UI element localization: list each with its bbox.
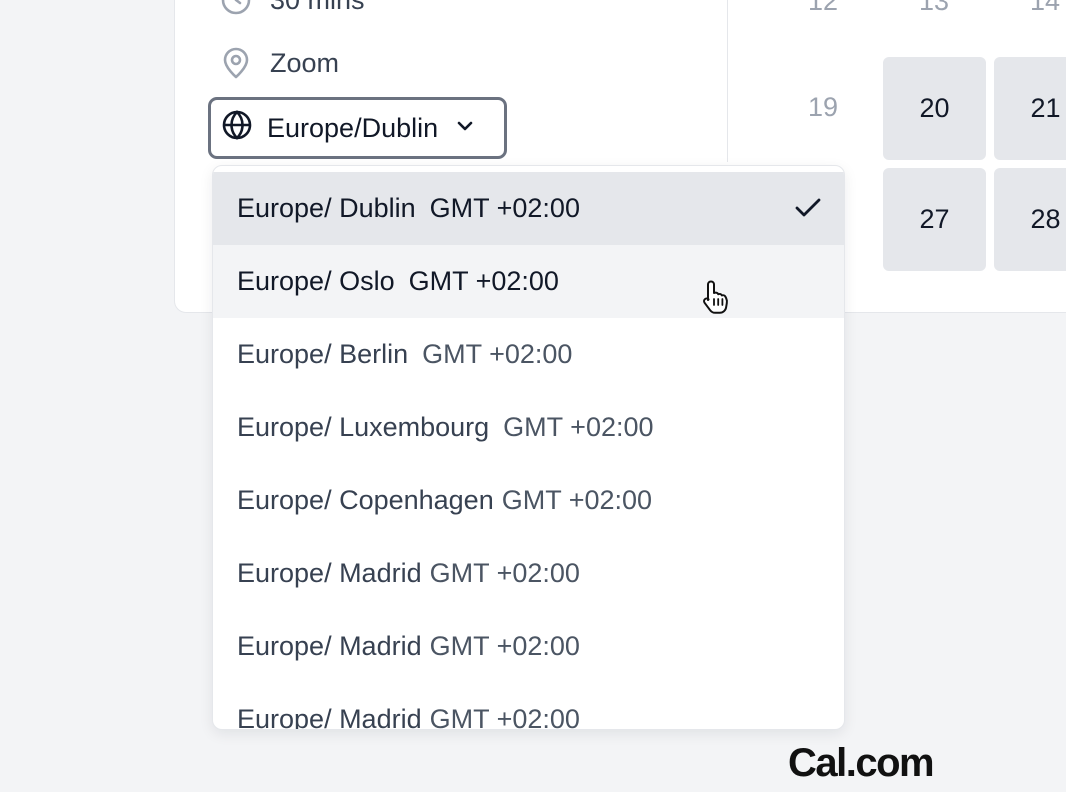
clock-icon: [220, 0, 252, 16]
timezone-option-offset: GMT +02:00: [429, 558, 580, 588]
timezone-option[interactable]: Europe/ Luxembourg GMT +02:00: [213, 391, 844, 464]
calendar-day-label: 14: [1029, 0, 1061, 16]
calendar-day-label: 12: [807, 0, 839, 16]
calendar-day-unavailable: 19: [807, 92, 839, 122]
calendar-day-number: 20: [919, 93, 950, 123]
duration-row: 30 mins: [220, 0, 365, 16]
timezone-option-offset: GMT +02:00: [408, 266, 559, 296]
calendar-day-label: 13: [918, 0, 950, 16]
duration-text: 30 mins: [270, 0, 365, 16]
calendar-day-number: 21: [1030, 93, 1061, 123]
booking-page: 30 mins Zoom Europe/Dublin 12 13: [0, 0, 1066, 792]
calendar-day-number: 27: [919, 204, 950, 234]
timezone-option[interactable]: Europe/ Berlin GMT +02:00: [213, 318, 844, 391]
location-text: Zoom: [270, 47, 340, 78]
card-divider: [727, 0, 728, 162]
timezone-option-name: Europe/ Madrid: [237, 631, 422, 661]
calendar-day-available[interactable]: 28: [994, 168, 1066, 271]
timezone-option-name: Europe/ Oslo: [237, 266, 395, 296]
calendar-day-available[interactable]: 27: [883, 168, 986, 271]
timezone-option-selected[interactable]: Europe/ Dublin GMT +02:00: [213, 172, 844, 245]
brand-logo: Cal.com: [788, 741, 935, 785]
timezone-option[interactable]: Europe/ Copenhagen GMT +02:00: [213, 464, 844, 537]
chevron-down-icon: [454, 113, 476, 144]
timezone-option-offset: GMT +02:00: [429, 193, 580, 223]
timezone-option-hovered[interactable]: Europe/ Oslo GMT +02:00: [213, 245, 844, 318]
timezone-option-offset: GMT +02:00: [429, 704, 580, 730]
timezone-option-name: Europe/ Berlin: [237, 339, 409, 369]
map-pin-icon: [220, 46, 252, 80]
timezone-option-offset: GMT +02:00: [422, 339, 573, 369]
calendar-day-available[interactable]: 20: [883, 57, 986, 160]
timezone-option[interactable]: Europe/ Madrid GMT +02:00: [213, 683, 844, 730]
hand-pointer-icon: [700, 278, 736, 321]
timezone-option-offset: GMT +02:00: [503, 412, 654, 442]
timezone-select-label: Europe/Dublin: [267, 112, 439, 143]
timezone-option-name: Europe/ Luxembourg: [237, 412, 490, 442]
timezone-dropdown[interactable]: Europe/ Dublin GMT +02:00 Europe/ Oslo G…: [212, 165, 845, 730]
globe-icon: [221, 109, 253, 148]
timezone-option[interactable]: Europe/ Madrid GMT +02:00: [213, 537, 844, 610]
timezone-option[interactable]: Europe/ Madrid GMT +02:00: [213, 610, 844, 683]
check-icon: [794, 196, 822, 227]
timezone-option-name: Europe/ Madrid: [237, 704, 422, 730]
timezone-option-name: Europe/ Madrid: [237, 558, 422, 588]
timezone-option-offset: GMT +02:00: [501, 485, 653, 515]
location-row: Zoom: [220, 46, 339, 80]
calendar-day-number: 28: [1030, 204, 1061, 234]
timezone-option-list: Europe/ Dublin GMT +02:00 Europe/ Oslo G…: [213, 172, 844, 730]
timezone-option-name: Europe/ Dublin: [237, 193, 416, 223]
timezone-option-name: Europe/ Copenhagen: [237, 485, 494, 515]
timezone-select-button[interactable]: Europe/Dublin: [208, 97, 507, 159]
timezone-option-offset: GMT +02:00: [429, 631, 580, 661]
calendar-day-available[interactable]: 21: [994, 57, 1066, 160]
